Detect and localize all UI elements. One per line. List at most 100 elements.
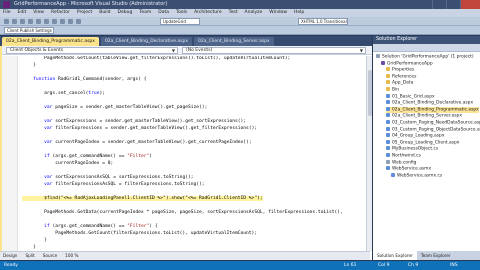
panel-tabs: Solution Explorer Team Explorer [373,251,480,260]
menu-item-debug[interactable]: Debug [118,9,133,17]
solution-tree-item[interactable]: App_Data [386,80,413,86]
toolbar-icons [4,19,84,24]
minimize-button[interactable] [432,0,446,9]
status-message: Ready [4,263,18,268]
solution-tree-label: Northwind.cs [392,153,421,159]
save-icon[interactable] [20,19,25,24]
copy-icon[interactable] [44,19,49,24]
vertical-scrollbar[interactable] [366,56,372,251]
undo-icon[interactable] [60,19,65,24]
client-objects-dropdown[interactable]: Client Objects & Events ▼ [6,47,178,54]
menu-item-project[interactable]: Project [77,9,92,17]
menu-item-help[interactable]: Help [294,9,304,17]
menu-item-build[interactable]: Build [99,9,110,17]
code-line: function RadGrid1_Command(sender, args) … [33,77,147,82]
new-project-icon[interactable] [4,19,9,24]
solution-tree-label: Web.config [392,160,417,166]
file-icon [386,106,390,111]
menu-item-team[interactable]: Team [139,9,151,17]
menu-bar: File Edit View Refactor Project Build Debug Tea… [0,9,480,17]
menu-item-view[interactable]: View [33,9,44,17]
solution-tree-item[interactable]: 02a_Client_Binding_Declarative.aspx [386,100,473,106]
split-view-button[interactable]: Split [25,252,34,260]
find-combo[interactable]: UpdateGrid [160,18,200,25]
navigation-bar: Client Objects & Events ▼ (No Events) ▼ [2,46,372,55]
open-file-icon[interactable] [12,19,17,24]
solution-tree-item[interactable]: 03_Custom_Paging_ObjectDataSource.aspx [386,126,480,133]
menu-item-architecture[interactable]: Architecture [194,9,222,17]
solution-tree-item[interactable]: 02a_Client_Binding_Server.aspx [386,113,462,119]
menu-item-file[interactable]: File [3,9,11,17]
solution-tree-label: 04_Group_Loading.aspx [392,133,445,139]
source-view-button[interactable]: Source [43,252,57,260]
file-icon [386,113,390,118]
solution-tree-label: References [392,74,417,80]
code-line: PageMethods.GetCount(tableView.get_filte… [22,56,291,61]
solution-tree-item[interactable]: WebService.asmx [386,166,431,172]
solution-tree-label: 05_Group_Loading_Client.aspx [392,140,460,146]
tab-document[interactable]: 02a_Client_Binding_Programmatic.aspx [2,37,99,46]
scroll-thumb[interactable] [368,70,372,116]
code-line: var pageSize = sender.get_masterTableVie… [44,105,208,110]
redo-icon[interactable] [68,19,73,24]
menu-item-analyze[interactable]: Analyze [245,9,263,17]
solution-tree-label: WebService.asmx [392,166,432,172]
save-all-icon[interactable] [28,19,33,24]
solution-tree-item[interactable]: Web.config [386,159,417,166]
file-icon [386,120,390,124]
chevron-down-icon: ▼ [359,48,363,53]
solution-tree-item[interactable]: 04_Group_Loading.aspx [386,133,444,139]
solution-tree-item[interactable]: Northwind.cs [386,153,421,159]
solution-tree-item[interactable]: MyBusinessObject.cs [386,146,438,152]
solution-tree-label: 02a_Client_Binding_Programmatic.aspx [392,107,479,113]
tab-solution-explorer[interactable]: Solution Explorer [373,251,417,260]
solution-tree-label: 01_Basic_Grid.aspx [392,94,435,100]
menu-item-tools[interactable]: Tools [176,9,187,17]
menu-item-edit[interactable]: Edit [18,9,27,17]
solution-tree-item[interactable]: Properties [386,67,414,73]
code-area[interactable]: PageMethods.GetCount(tableView.get_filte… [22,56,366,251]
menu-item-test[interactable]: Test [229,9,238,17]
solution-tree-item[interactable]: 01_Basic_Grid.aspx [386,93,435,100]
solution-tree-item[interactable]: References [386,73,417,80]
menu-item-data[interactable]: Data [158,9,169,17]
project-icon [381,60,385,65]
tab-team-explorer[interactable]: Team Explorer [417,251,455,260]
paste-icon[interactable] [52,19,57,24]
solution-tree-item[interactable]: 02a_Client_Binding_Programmatic.aspx [386,106,479,113]
solution-tree-item[interactable]: GridPerformanceApp [381,60,433,67]
code-line: if (args.get_commandName() == "Filter") … [44,224,158,229]
tab-document[interactable]: 02a_Client_Binding_Server.aspx [194,37,274,46]
code-line: } [22,238,47,243]
solution-tree-item[interactable]: 05_Group_Loading_Client.aspx [386,139,460,146]
maximize-button[interactable] [446,0,460,9]
events-dropdown[interactable]: (No Events) ▼ [182,47,366,54]
close-button[interactable] [460,0,480,9]
menu-item-window[interactable]: Window [269,9,287,17]
code-line: currentPageIndex = 0; [22,161,114,166]
solution-tree-label: Bin [392,87,400,93]
solution-tree-label: GridPerformanceApp [387,61,433,67]
solution-tree-label: Solution 'GridPerformanceApp' (1 project… [382,54,474,60]
solution-tree-item[interactable]: Solution 'GridPerformanceApp' (1 project… [376,54,474,60]
cut-icon[interactable] [36,19,41,24]
solution-tree-label: App_Data [392,80,414,86]
visual-studio-window: GridPerformanceApp - Microsoft Visual St… [0,0,480,270]
folder-icon [386,87,390,91]
menu-item-refactor[interactable]: Refactor [51,9,70,17]
solution-tree-item[interactable]: WebService.asmx.cs [391,172,442,179]
events-label: (No Events) [186,48,213,53]
target-schema-combo[interactable]: XHTML 1.0 Transitional [298,18,348,25]
standard-toolbar: UpdateGrid XHTML 1.0 Transitional [0,17,480,26]
zoom-level[interactable]: 100 % [65,252,78,260]
document-tabs: 02a_Client_Binding_Programmatic.aspx 02a_… [0,36,372,46]
start-debugging-icon[interactable] [76,19,81,24]
file-icon [386,126,390,131]
publish-settings-combo[interactable]: Client Publish Settings [4,27,54,34]
design-view-button[interactable]: Design [3,252,17,260]
client-objects-label: Client Objects & Events [10,48,64,53]
tab-document[interactable]: 02a_Client_Binding_Declarative.aspx [100,37,193,46]
code-line: var filterExpressionsAsSQL = filterExpre… [44,182,205,187]
solution-tree-item[interactable]: Bin [386,87,399,93]
solution-tree-item[interactable]: 03_Custom_Paging_NeedDataSource.aspx [386,120,480,126]
